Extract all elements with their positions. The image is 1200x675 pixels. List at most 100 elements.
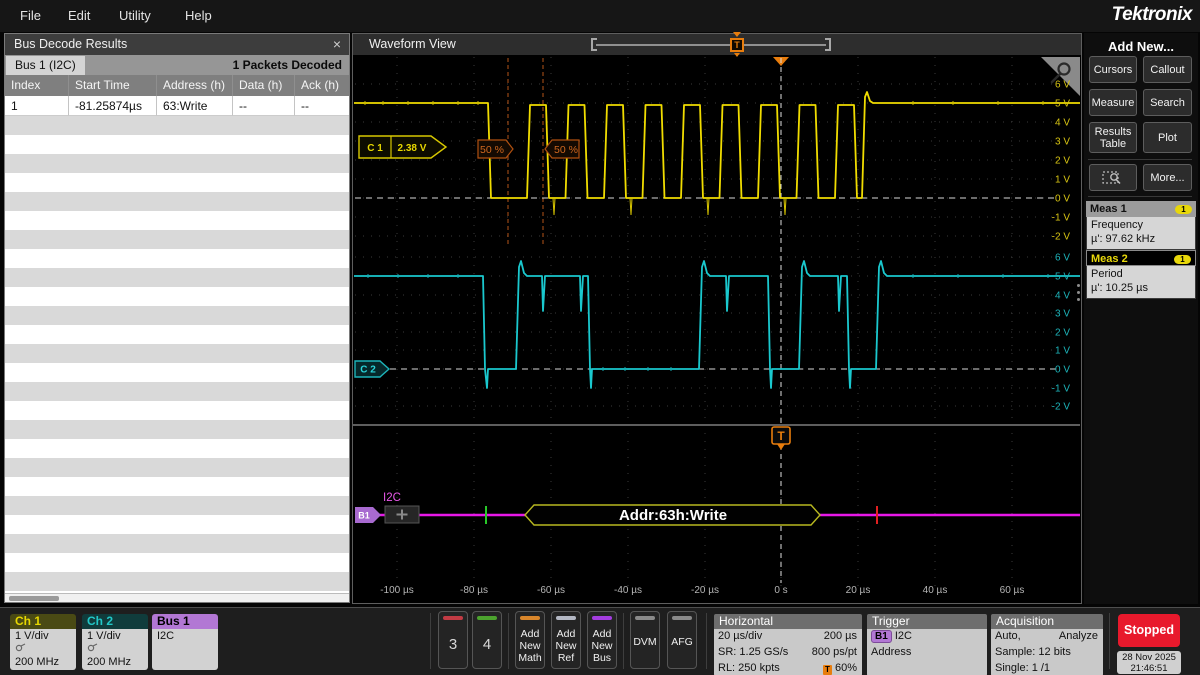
table-header: Index Start Time Address (h) Data (h) Ac…	[5, 75, 349, 96]
menu-help[interactable]: Help	[179, 0, 218, 32]
ch2-volt-label: 2 V	[1055, 328, 1070, 339]
scrollbar-thumb[interactable]	[9, 596, 59, 601]
meas1-value: µ': 97.62 kHz	[1091, 233, 1191, 247]
bus-b1-badge[interactable]: B1	[355, 507, 381, 523]
col-ack: Ack (h)	[295, 75, 349, 96]
divider	[706, 613, 707, 669]
acquisition-panel[interactable]: Acquisition Auto, Analyze Sample: 12 bit…	[991, 614, 1103, 675]
results-table-button[interactable]: Results Table	[1089, 122, 1137, 153]
ch2-level-badge[interactable]: C 2	[355, 361, 389, 377]
horizontal-pan-slider[interactable]: T	[591, 34, 831, 55]
ch1-volt-label: 2 V	[1055, 156, 1070, 167]
callout-button[interactable]: Callout	[1143, 56, 1192, 83]
gate-right-label: 50 %	[554, 144, 578, 156]
time-text: 21:46:51	[1117, 663, 1181, 674]
ch2-volt-label: 6 V	[1055, 253, 1070, 264]
meas-gate-flag-left: 50 %	[478, 140, 513, 158]
time-axis-label: -40 µs	[614, 585, 642, 596]
ch2-volt-label: 5 V	[1055, 272, 1070, 283]
ch3-button[interactable]: 3	[438, 611, 468, 669]
math-color-stripe	[520, 616, 540, 620]
slider-right-bracket	[825, 38, 831, 51]
meas2-type: Period	[1091, 268, 1191, 282]
bus1-settings-badge[interactable]: Bus 1 I2C	[152, 614, 218, 670]
ch4-label: 4	[473, 636, 501, 653]
col-start: Start Time	[69, 75, 157, 96]
ch1-level-badge[interactable]: C 1 2.38 V	[359, 136, 446, 158]
measure-button[interactable]: Measure	[1089, 89, 1137, 116]
bus-i2c-label: I2C	[383, 492, 401, 504]
ch1-volt-label: 4 V	[1055, 118, 1070, 129]
ref-color-stripe	[556, 616, 576, 620]
dvm-color-stripe	[635, 616, 655, 620]
bus-add-button[interactable]	[385, 506, 419, 523]
col-index: Index	[5, 75, 69, 96]
ch2-badge-name: C 2	[360, 365, 376, 376]
tektronix-logo: Tektronix	[1112, 4, 1192, 26]
panel-title-text: Bus Decode Results	[14, 37, 127, 51]
cell-index: 1	[5, 96, 69, 116]
close-icon[interactable]: ×	[333, 34, 341, 55]
afg-color-stripe	[672, 616, 692, 620]
table-row[interactable]: 1 -81.25874µs 63:Write -- --	[5, 96, 349, 116]
meas1-name: Meas 1	[1090, 203, 1127, 215]
horizontal-panel[interactable]: Horizontal 20 µs/div 200 µs SR: 1.25 GS/…	[714, 614, 862, 675]
ch1-badge-body: 1 V/div 200 MHz	[10, 629, 76, 670]
ch2-badge-title: Ch 2	[82, 614, 148, 629]
ch1-settings-badge[interactable]: Ch 1 1 V/div 200 MHz	[10, 614, 76, 670]
bus-color-stripe	[592, 616, 612, 620]
waveform-view-title: Waveform View	[369, 37, 456, 51]
meas2-badge[interactable]: Meas 2 1 Period µ': 10.25 µs	[1086, 250, 1196, 299]
ch1-waveform-trace	[354, 92, 1080, 198]
menu-file[interactable]: File	[14, 0, 47, 32]
divider	[623, 613, 624, 669]
table-hscrollbar[interactable]	[5, 593, 349, 602]
ch2-scale: 1 V/div	[87, 630, 148, 643]
meas1-header: Meas 1 1	[1086, 201, 1196, 217]
divider	[430, 613, 431, 669]
meas1-badge[interactable]: Meas 1 1 Frequency µ': 97.62 kHz	[1086, 201, 1196, 250]
slider-track[interactable]	[596, 44, 826, 46]
ch2-volt-label: -2 V	[1052, 402, 1071, 413]
trigger-t-marker[interactable]: T	[772, 427, 790, 450]
ch1-volt-label: -2 V	[1052, 232, 1071, 243]
probe-icon	[15, 643, 27, 652]
cell-address: 63:Write	[157, 96, 233, 116]
run-stop-button[interactable]: Stopped	[1118, 614, 1180, 647]
bottom-settings-bar: Ch 1 1 V/div 200 MHz Ch 2 1 V/div 200 MH…	[0, 607, 1200, 675]
menu-edit[interactable]: Edit	[62, 0, 96, 32]
ch1-volt-label: 0 V	[1055, 194, 1070, 205]
ch3-color-stripe	[443, 616, 463, 620]
waveform-view-panel: Waveform View T	[352, 33, 1082, 604]
search-button[interactable]: Search	[1143, 89, 1192, 116]
add-new-math-button[interactable]: Add New Math	[515, 611, 545, 669]
add-new-ref-button[interactable]: Add New Ref	[551, 611, 581, 669]
add-new-bus-button[interactable]: Add New Bus	[587, 611, 617, 669]
ch2-volt-label: 3 V	[1055, 309, 1070, 320]
tab-bus1-i2c[interactable]: Bus 1 (I2C)	[6, 56, 85, 75]
plot-button[interactable]: Plot	[1143, 122, 1192, 153]
ch1-volt-label: 1 V	[1055, 175, 1070, 186]
more-button[interactable]: More...	[1143, 164, 1192, 191]
ch2-settings-badge[interactable]: Ch 2 1 V/div 200 MHz	[82, 614, 148, 670]
ch2-volt-label: -1 V	[1052, 384, 1071, 395]
menu-utility[interactable]: Utility	[113, 0, 157, 32]
dvm-button[interactable]: DVM	[630, 611, 660, 669]
ch1-glitch-spikes	[553, 198, 786, 215]
panel-resize-handle[interactable]	[1077, 284, 1080, 301]
ch4-button[interactable]: 4	[472, 611, 502, 669]
divider	[1088, 196, 1192, 197]
trigger-panel[interactable]: Trigger B1 I2C Address	[867, 614, 987, 675]
bus-tab-row: Bus 1 (I2C) 1 Packets Decoded	[5, 55, 349, 75]
zoom-box-button[interactable]	[1089, 164, 1137, 191]
afg-button[interactable]: AFG	[667, 611, 697, 669]
bus1-badge-body: I2C	[152, 629, 218, 670]
cursors-button[interactable]: Cursors	[1089, 56, 1137, 83]
tekscope-app: File Edit Utility Help Tektronix Bus Dec…	[0, 0, 1200, 675]
col-address: Address (h)	[157, 75, 233, 96]
ch1-volt-label: 6 V	[1055, 80, 1070, 91]
i2c-decode-box[interactable]: Addr:63h:Write	[525, 505, 820, 525]
gate-left-label: 50 %	[480, 144, 504, 156]
trigger-position-handle[interactable]: T	[730, 38, 744, 52]
trigger-title: Trigger	[867, 614, 987, 629]
